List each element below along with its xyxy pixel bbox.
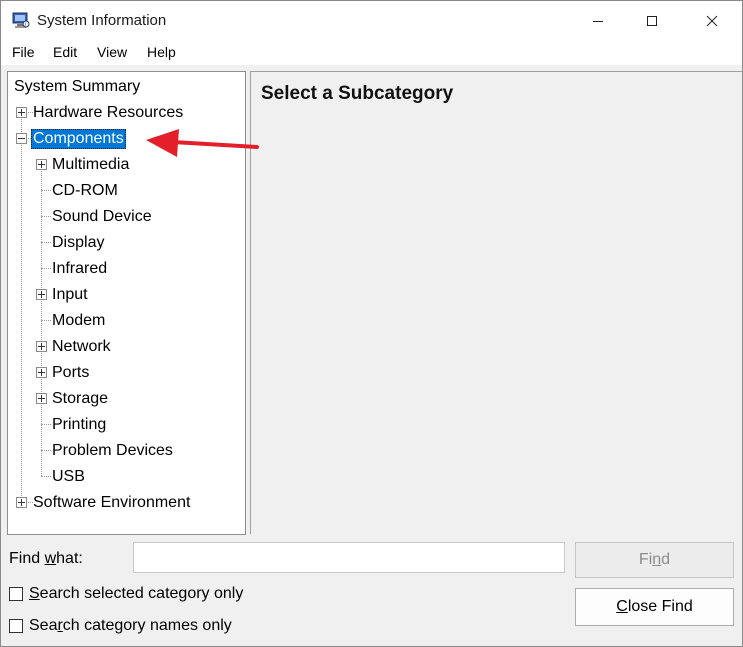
tree-item-ports[interactable]: Ports: [52, 363, 89, 383]
search-selected-category-checkbox[interactable]: [9, 587, 23, 601]
find-what-label: Find what:: [9, 550, 83, 567]
expand-plus-icon[interactable]: [16, 497, 27, 508]
menu-file[interactable]: File: [12, 44, 35, 60]
search-selected-category-label[interactable]: Search selected category only: [29, 585, 243, 603]
tree-item-system-summary[interactable]: System Summary: [14, 77, 140, 97]
close-button[interactable]: [689, 1, 735, 41]
search-category-names-label[interactable]: Search category names only: [29, 617, 232, 635]
tree-connector-line: [41, 450, 51, 451]
tree-connector-line: [41, 190, 51, 191]
tree-connector-line: [41, 242, 51, 243]
tree-connector-line: [21, 108, 22, 504]
tree-item-sound-device[interactable]: Sound Device: [52, 207, 152, 227]
tree-item-printing[interactable]: Printing: [52, 415, 106, 435]
search-category-names-checkbox[interactable]: [9, 619, 23, 633]
tree-item-components[interactable]: Components: [31, 129, 126, 149]
tree-item-usb[interactable]: USB: [52, 467, 85, 487]
menu-help[interactable]: Help: [147, 44, 176, 60]
expand-plus-icon[interactable]: [36, 159, 47, 170]
tree-connector-line: [41, 160, 42, 476]
tree-item-storage[interactable]: Storage: [52, 389, 108, 409]
tree-item-cd-rom[interactable]: CD-ROM: [52, 181, 118, 201]
expand-plus-icon[interactable]: [16, 107, 27, 118]
system-information-icon: i: [12, 12, 30, 28]
tree-item-infrared[interactable]: Infrared: [52, 259, 107, 279]
menu-view[interactable]: View: [97, 44, 127, 60]
tree-item-software-environment[interactable]: Software Environment: [33, 493, 190, 513]
tree-connector-line: [41, 216, 51, 217]
expand-plus-icon[interactable]: [36, 289, 47, 300]
tree-item-multimedia[interactable]: Multimedia: [52, 155, 129, 175]
tree-connector-line: [41, 424, 51, 425]
tree-item-hardware-resources[interactable]: Hardware Resources: [33, 103, 183, 123]
tree-item-modem[interactable]: Modem: [52, 311, 105, 331]
maximize-icon: [647, 16, 657, 26]
expand-plus-icon[interactable]: [36, 393, 47, 404]
minimize-icon: [593, 21, 603, 22]
system-information-window: i System Information File Edit View Help: [0, 0, 743, 647]
expand-plus-icon[interactable]: [36, 367, 47, 378]
expand-plus-icon[interactable]: [36, 341, 47, 352]
tree-item-input[interactable]: Input: [52, 285, 88, 305]
tree-item-display[interactable]: Display: [52, 233, 104, 253]
detail-heading: Select a Subcategory: [261, 83, 454, 104]
detail-pane: Select a Subcategory: [250, 71, 742, 534]
close-find-button[interactable]: Close Find: [575, 588, 734, 626]
title-bar: i System Information: [1, 1, 742, 41]
tree-connector-line: [41, 320, 51, 321]
close-icon: [706, 15, 718, 27]
svg-text:i: i: [25, 22, 26, 28]
find-button[interactable]: Fi n d: [575, 542, 734, 578]
tree-connector-line: [41, 476, 51, 477]
menu-bar: File Edit View Help: [1, 41, 742, 65]
maximize-button[interactable]: [629, 1, 675, 41]
tree-item-problem-devices[interactable]: Problem Devices: [52, 441, 173, 461]
minimize-button[interactable]: [575, 1, 621, 41]
tree-item-network[interactable]: Network: [52, 337, 111, 357]
collapse-minus-icon[interactable]: [16, 133, 27, 144]
tree-connector-line: [41, 268, 51, 269]
category-tree[interactable]: System Summary Hardware Resources Compon…: [7, 71, 246, 535]
menu-edit[interactable]: Edit: [53, 44, 77, 60]
find-what-input[interactable]: [133, 542, 565, 573]
window-title: System Information: [37, 12, 167, 29]
